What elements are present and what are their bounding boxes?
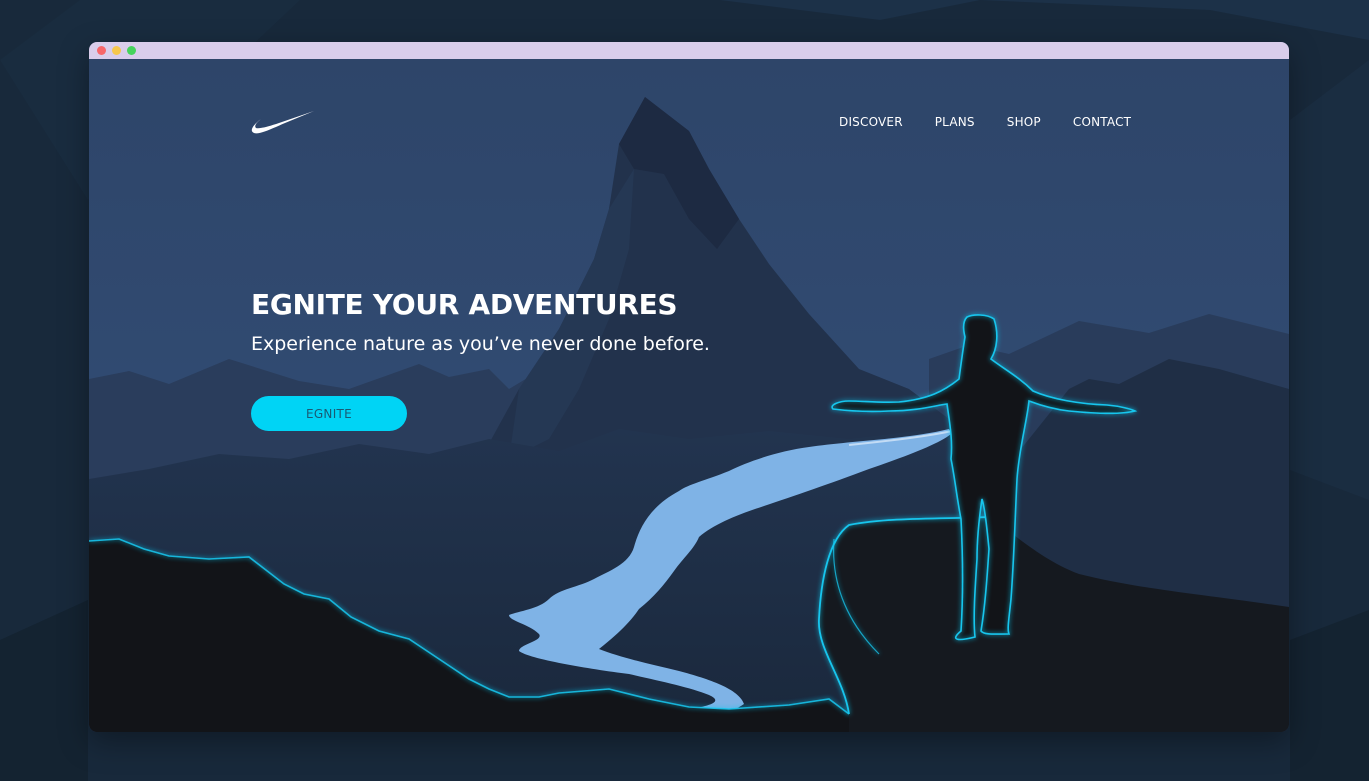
egnite-cta-button[interactable]: EGNITE bbox=[251, 396, 407, 431]
minimize-window-button[interactable] bbox=[112, 46, 121, 55]
nav-link-contact[interactable]: CONTACT bbox=[1073, 115, 1131, 135]
main-navigation: DISCOVER PLANS SHOP CONTACT bbox=[839, 115, 1131, 135]
nav-link-plans[interactable]: PLANS bbox=[935, 115, 975, 135]
web-page: DISCOVER PLANS SHOP CONTACT EGNITE YOUR … bbox=[89, 59, 1289, 732]
hero-section: EGNITE YOUR ADVENTURES Experience nature… bbox=[251, 287, 811, 357]
hero-title: EGNITE YOUR ADVENTURES bbox=[251, 288, 678, 321]
maximize-window-button[interactable] bbox=[127, 46, 136, 55]
hero-subtitle: Experience nature as you’ve never done b… bbox=[251, 333, 710, 355]
nav-link-shop[interactable]: SHOP bbox=[1007, 115, 1041, 135]
browser-titlebar bbox=[89, 42, 1289, 59]
browser-window: DISCOVER PLANS SHOP CONTACT EGNITE YOUR … bbox=[89, 42, 1289, 732]
close-window-button[interactable] bbox=[97, 46, 106, 55]
swoosh-logo[interactable] bbox=[249, 111, 315, 135]
nav-link-discover[interactable]: DISCOVER bbox=[839, 115, 903, 135]
